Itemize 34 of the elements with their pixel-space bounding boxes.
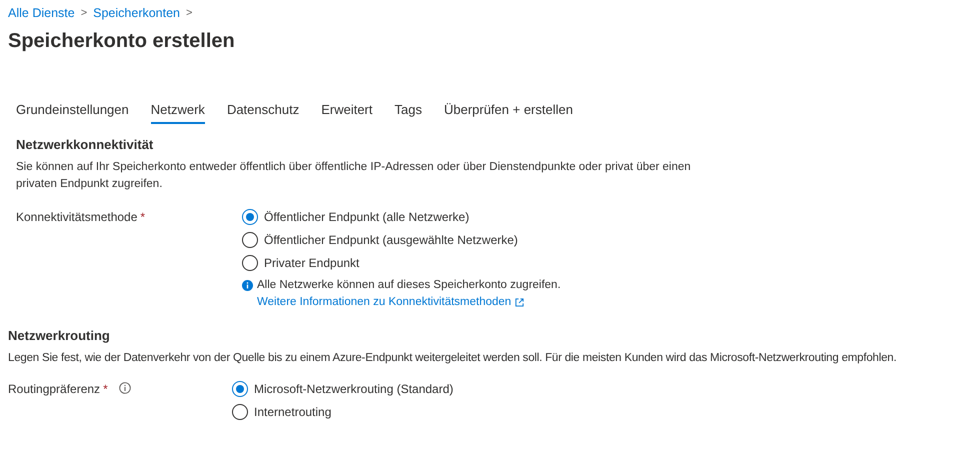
section-heading: Netzwerkkonnektivität — [16, 136, 154, 154]
radio-label[interactable]: Internetrouting — [254, 402, 332, 421]
required-mark: * — [103, 381, 108, 398]
radio-button[interactable] — [242, 232, 258, 248]
field-label: Routingpräferenz — [8, 381, 100, 398]
tab[interactable]: Überprüfen + erstellen — [444, 96, 573, 124]
radio-button[interactable] — [242, 208, 258, 224]
radio-button[interactable] — [232, 404, 248, 420]
tab[interactable]: Datenschutz — [226, 96, 300, 124]
required-mark: * — [140, 209, 146, 226]
breadcrumb-link[interactable]: Speicherkonten — [93, 4, 180, 23]
info-note: Alle Netzwerke können auf dieses Speicherkonto zugreifen. — [257, 278, 561, 293]
tab[interactable]: Tags — [394, 96, 422, 124]
radio-button[interactable] — [232, 380, 248, 397]
radio-button[interactable] — [242, 254, 258, 270]
external-link-icon[interactable] — [515, 298, 524, 308]
breadcrumb-link[interactable]: Alle Dienste — [8, 4, 75, 23]
radio-label[interactable]: Öffentlicher Endpunkt (alle Netzwerke) — [264, 208, 470, 226]
radio-label[interactable]: Microsoft-Netzwerkrouting (Standard) — [254, 380, 454, 398]
section-description: Legen Sie fest, wie der Datenverkehr von der Quelle bis zu einem Azure-Endpunkt weitergeleitet werden soll. Für die meisten Kunden wird das Microsoft-Netzwerkrouting empfohlen. — [8, 351, 898, 366]
info-icon[interactable] — [118, 382, 131, 394]
page-title: Speicherkonto erstellen — [7, 29, 236, 52]
section-heading: Netzwerkrouting — [8, 327, 111, 346]
radio-label[interactable]: Öffentlicher Endpunkt (ausgewählte Netzwerke) — [264, 230, 518, 248]
breadcrumb-separator: > — [186, 6, 192, 22]
info-icon — [242, 280, 253, 292]
section-description: Sie können auf Ihr Speicherkonto entweder öffentlich über öffentliche IP-Adressen oder über Dienstendpunkte oder privat über einen privaten Endpunkt zugreifen. — [16, 160, 692, 192]
tab[interactable]: Netzwerk — [150, 96, 205, 124]
tab[interactable]: Erweitert — [321, 96, 372, 124]
field-label: Konnektivitätsmethode — [16, 209, 138, 226]
tab[interactable]: Grundeinstellungen — [16, 96, 129, 124]
radio-label[interactable]: Privater Endpunkt — [264, 254, 360, 272]
breadcrumb-separator: > — [80, 6, 88, 22]
help-link[interactable]: Weitere Informationen zu Konnektivitätsmethoden — [257, 294, 512, 312]
